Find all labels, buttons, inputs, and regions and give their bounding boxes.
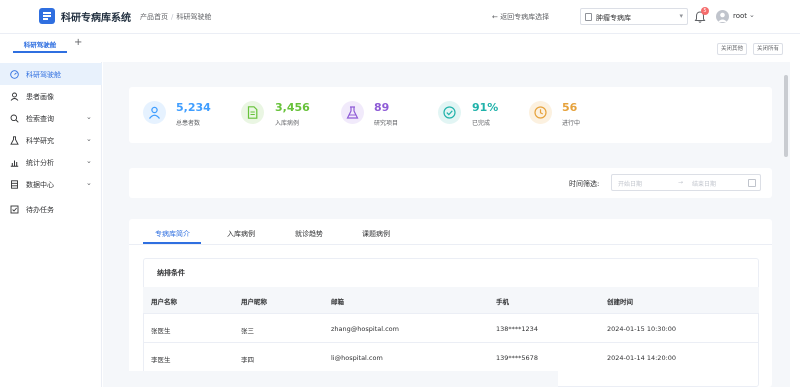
add-tab-button[interactable]: +: [74, 37, 82, 48]
research-projects-value: 89: [374, 101, 390, 114]
date-separator: →: [678, 179, 684, 186]
breadcrumb-home[interactable]: 产品首页: [140, 13, 168, 21]
clock-icon: [534, 106, 547, 119]
user-icon: [10, 92, 19, 101]
table-cell: zhang@hospital.com: [331, 325, 399, 333]
completed-icon-circle: [438, 101, 461, 124]
bar-chart-icon: [10, 160, 19, 167]
flask-icon: [10, 136, 19, 145]
date-range-picker[interactable]: 开始日期 → 结束日期: [611, 174, 761, 191]
tab-divider: [129, 244, 772, 245]
chevron-down-icon[interactable]: ⌄: [749, 11, 755, 19]
table-cell: 2024-01-14 14:20:00: [607, 354, 677, 362]
completed-label: 已完成: [472, 120, 491, 127]
notification-badge: 5: [701, 7, 709, 15]
sidebar-item-data-center[interactable]: 数据中心 ⌄: [0, 173, 102, 195]
user-name[interactable]: root: [733, 12, 747, 20]
table-cell: li@hospital.com: [331, 354, 383, 362]
column-header: 创建时间: [607, 298, 633, 306]
sidebar-item-todo-tasks[interactable]: 待办任务: [0, 198, 102, 220]
in-progress-icon-circle: [529, 101, 552, 124]
table-cell: 138****1234: [496, 325, 538, 333]
chevron-down-icon: ▾: [679, 12, 683, 20]
stored-cases-icon-circle: [241, 101, 264, 124]
search-icon: [10, 114, 19, 123]
table-cell: 139****5678: [496, 354, 538, 362]
sidebar: 科研驾驶舱 患者画像 检索查询 ⌄ 科学研究 ⌄ 统计分析 ⌄ 数据中心 ⌄ 待…: [0, 62, 102, 387]
chevron-down-icon: ⌄: [86, 135, 92, 143]
stored-cases-value: 3,456: [275, 101, 310, 114]
horizontal-scrollbar-track: [118, 371, 558, 387]
column-header: 用户名称: [151, 298, 177, 306]
row-divider: [143, 342, 759, 343]
close-all-button[interactable]: 关闭所有: [753, 43, 784, 55]
sidebar-item-research[interactable]: 科学研究 ⌄: [0, 129, 102, 151]
flask-icon: [346, 106, 359, 119]
end-date-input[interactable]: 结束日期: [692, 179, 716, 188]
checkbox-icon: [10, 205, 19, 214]
in-progress-label: 进行中: [562, 120, 581, 127]
research-projects-label: 研究项目: [374, 120, 399, 127]
chevron-down-icon: ⌄: [86, 179, 92, 187]
breadcrumb-separator: /: [171, 13, 174, 21]
table-cell: 张三: [241, 327, 254, 335]
tab-project-cases[interactable]: 课题病例: [362, 229, 390, 239]
breadcrumb-current: 科研驾驶舱: [176, 13, 212, 21]
vertical-scrollbar[interactable]: [784, 75, 788, 157]
app-logo-icon: [39, 8, 55, 24]
total-patients-icon-circle: [143, 101, 166, 124]
sidebar-item-patient-profile[interactable]: 患者画像: [0, 85, 102, 107]
criteria-panel: [143, 258, 759, 387]
column-header: 邮箱: [331, 298, 344, 306]
start-date-input[interactable]: 开始日期: [618, 179, 642, 188]
row-divider: [143, 313, 759, 314]
research-projects-icon-circle: [341, 101, 364, 124]
table-header: [143, 287, 759, 313]
sidebar-item-search-query[interactable]: 检索查询 ⌄: [0, 107, 102, 129]
breadcrumb: 产品首页 / 科研驾驶舱: [140, 12, 211, 22]
tab-visit-trends[interactable]: 就诊趋势: [295, 229, 323, 239]
chevron-down-icon: ⌄: [86, 157, 92, 165]
calendar-icon: [748, 179, 756, 187]
database-icon: [11, 180, 18, 189]
check-circle-icon: [443, 106, 456, 119]
tag-dashboard[interactable]: 科研驾驶舱: [13, 38, 67, 53]
table-cell: 张医生: [151, 327, 171, 335]
sidebar-item-dashboard[interactable]: 科研驾驶舱: [0, 63, 102, 85]
document-icon: [247, 106, 258, 119]
in-progress-value: 56: [562, 101, 578, 114]
table-cell: 2024-01-15 10:30:00: [607, 325, 677, 333]
active-tab-indicator: [143, 242, 201, 244]
time-filter-label: 时间筛选:: [569, 180, 600, 188]
database-select[interactable]: 肿瘤专病库 ▾: [580, 8, 688, 25]
chevron-down-icon: ⌄: [86, 113, 92, 121]
tab-stored-cases[interactable]: 入库病例: [227, 229, 255, 239]
total-patients-value: 5,234: [176, 101, 211, 114]
completed-value: 91%: [472, 101, 499, 114]
close-others-button[interactable]: 关闭其他: [717, 43, 748, 55]
table-cell: 李医生: [151, 356, 171, 364]
dashboard-icon: [10, 70, 19, 79]
table-cell: 李四: [241, 356, 254, 364]
app-title: 科研专病库系统: [61, 13, 131, 24]
column-header: 手机: [496, 298, 509, 306]
user-avatar[interactable]: [716, 10, 729, 23]
arrow-left-icon: ←: [492, 13, 498, 21]
database-icon: [585, 13, 592, 21]
section-title: 纳排条件: [157, 269, 185, 277]
return-to-database-selection-link[interactable]: ← 返回专病库选择: [492, 12, 549, 22]
column-header: 用户昵称: [241, 298, 267, 306]
tab-disease-intro[interactable]: 专病库简介: [155, 229, 190, 239]
total-patients-label: 总患者数: [176, 120, 201, 127]
user-icon: [148, 106, 161, 119]
tab-strip: [0, 34, 800, 62]
sidebar-item-statistics[interactable]: 统计分析 ⌄: [0, 151, 102, 173]
stored-cases-label: 入库病例: [275, 120, 300, 127]
